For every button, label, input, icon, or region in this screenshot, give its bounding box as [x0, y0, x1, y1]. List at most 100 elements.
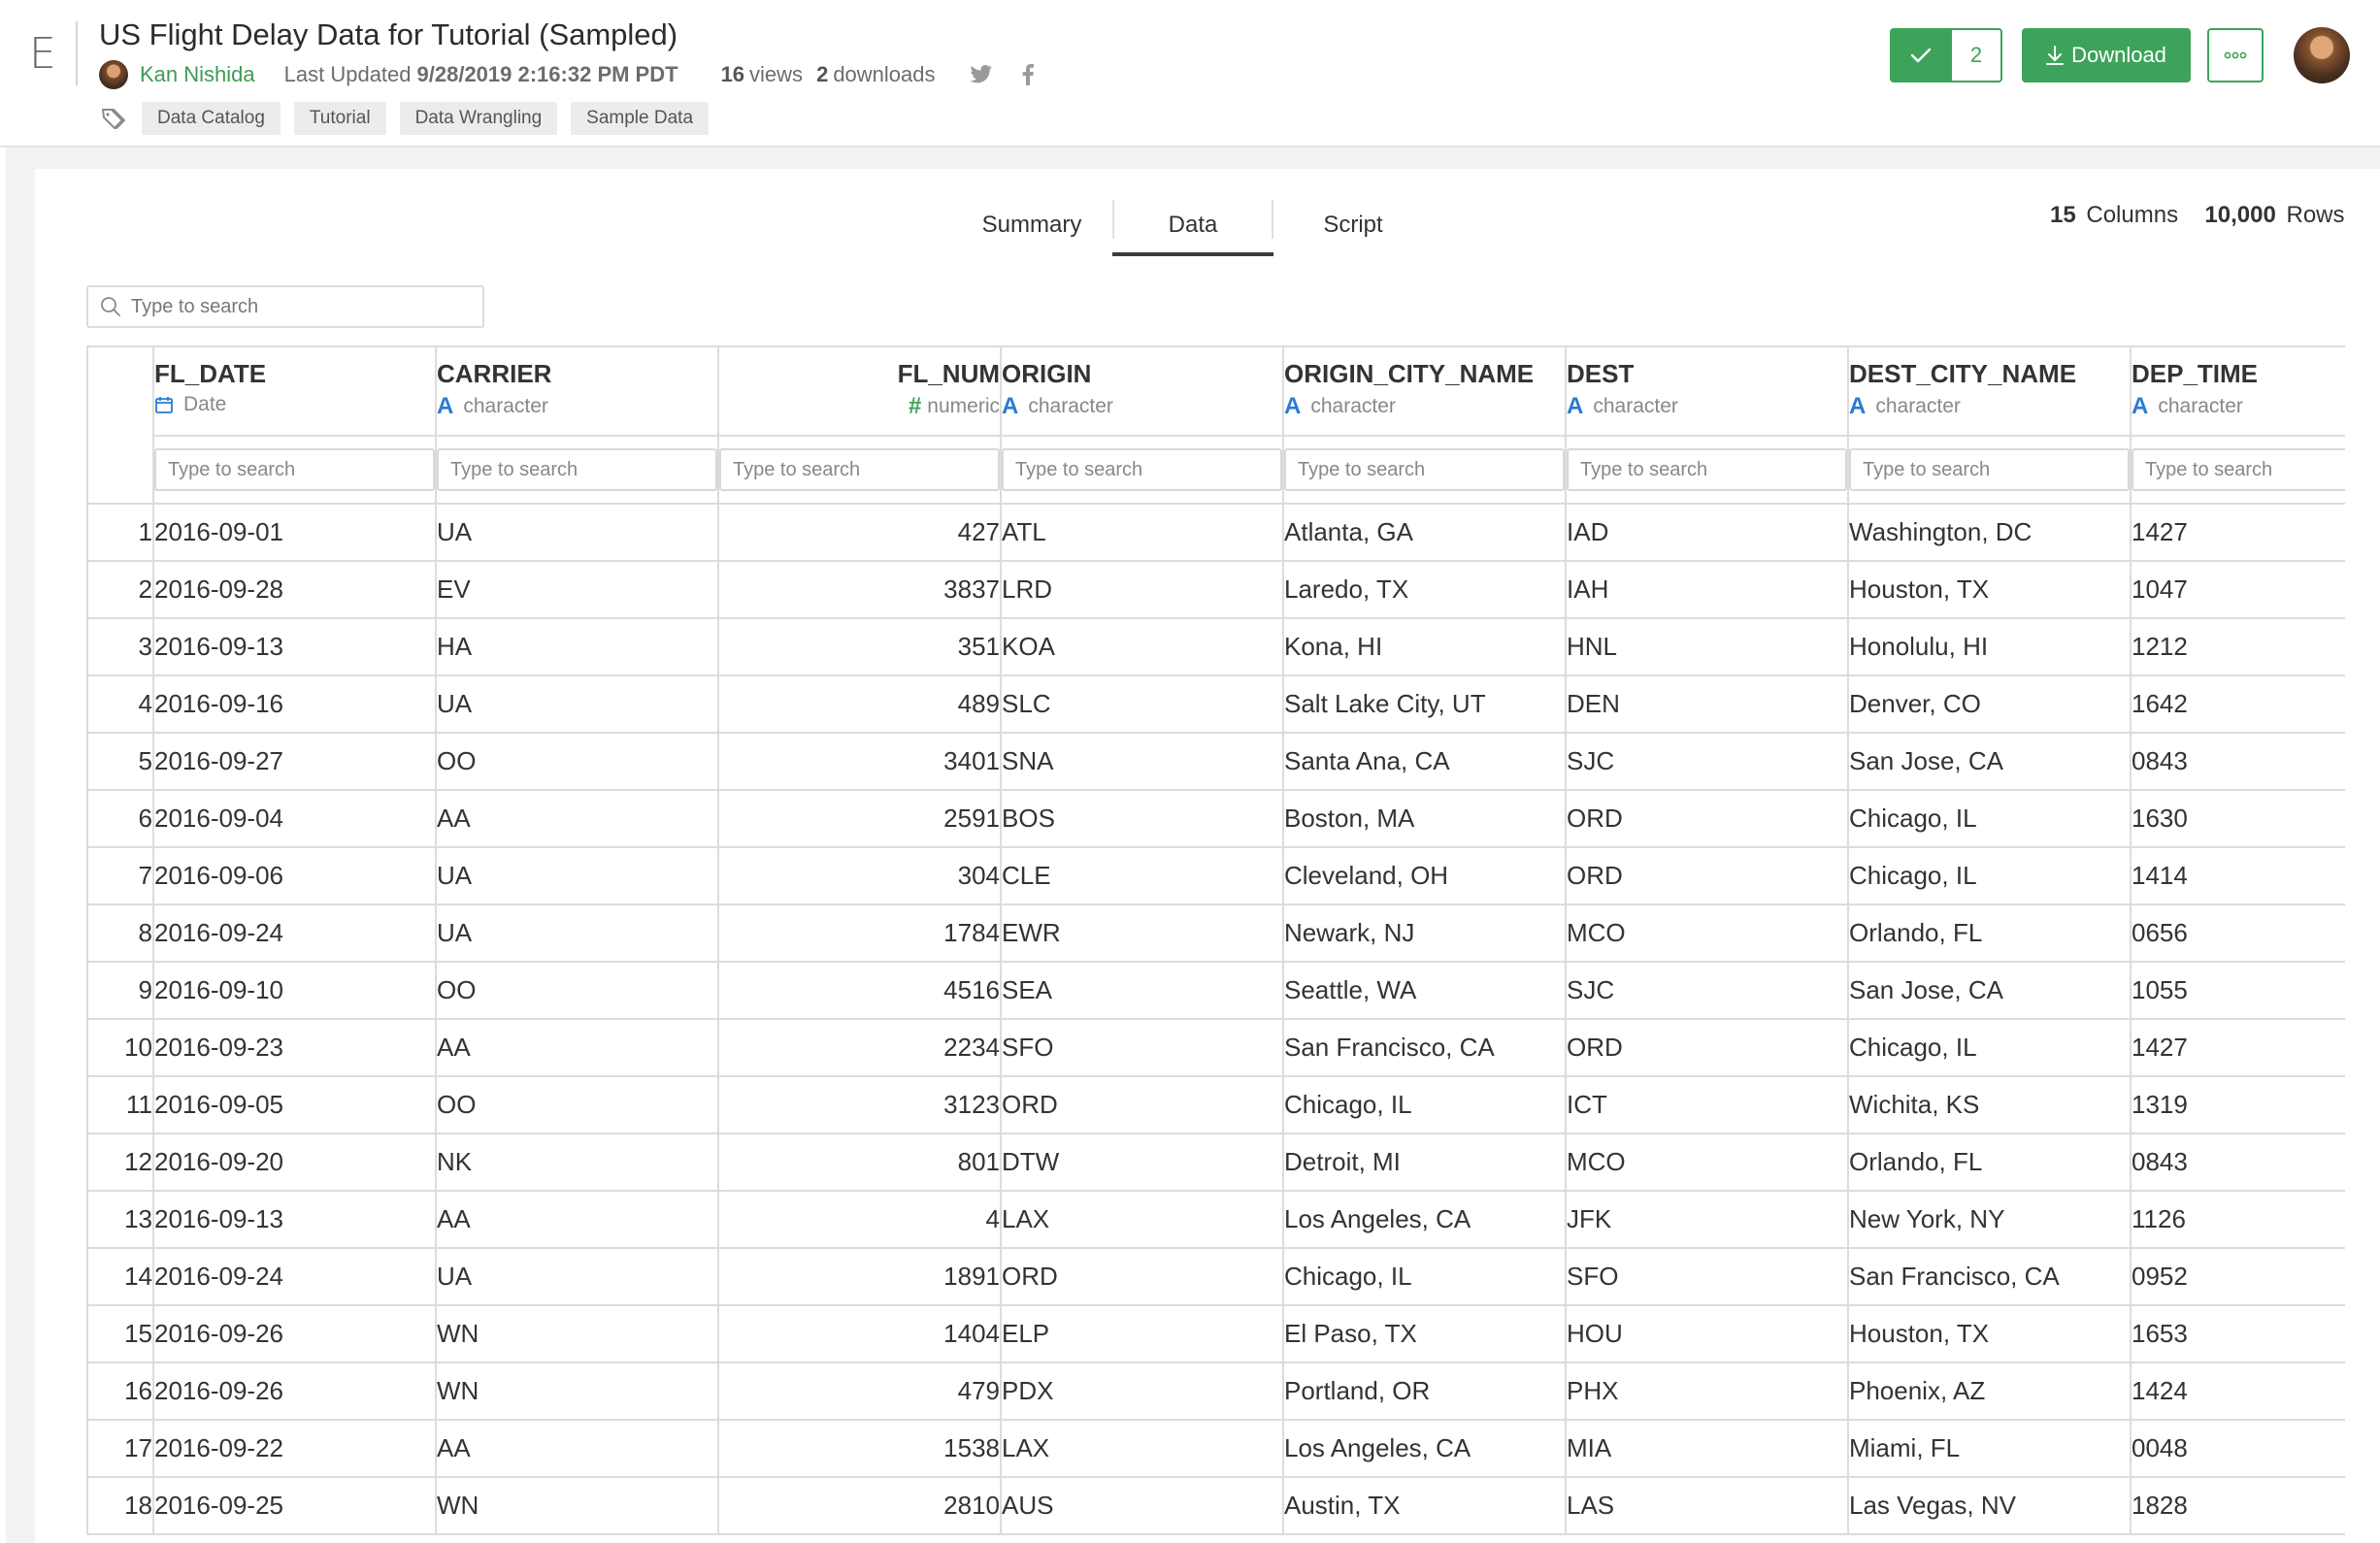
table-cell-dest[interactable]: DEN	[1565, 674, 1849, 734]
table-cell-carrier[interactable]: NK	[435, 1133, 719, 1192]
table-cell-dep-time[interactable]: 1126	[2130, 1190, 2345, 1249]
column-filter-input-origin[interactable]	[1002, 448, 1282, 491]
column-header-dest[interactable]: DEST Acharacter	[1565, 345, 1849, 437]
column-header-fl-date[interactable]: FL_DATE Date	[152, 345, 437, 437]
table-cell-origin[interactable]: ELP	[1000, 1304, 1284, 1363]
table-cell-carrier[interactable]: WN	[435, 1304, 719, 1363]
table-cell-origin-city-name[interactable]: Austin, TX	[1282, 1476, 1567, 1535]
table-cell-dest-city-name[interactable]: Orlando, FL	[1847, 1133, 2132, 1192]
table-cell-origin-city-name[interactable]: Detroit, MI	[1282, 1133, 1567, 1192]
table-row[interactable]: 14 2016-09-24 UA 1891 ORD Chicago, IL SFO San F…	[86, 1247, 2345, 1306]
table-cell-fl-num[interactable]: 1784	[717, 903, 1002, 963]
table-cell-dest-city-name[interactable]: Chicago, IL	[1847, 1018, 2132, 1077]
table-cell-dest-city-name[interactable]: Chicago, IL	[1847, 846, 2132, 905]
table-cell-fl-num[interactable]: 1538	[717, 1419, 1002, 1478]
table-cell-fl-date[interactable]: 2016-09-16	[152, 674, 437, 734]
table-row[interactable]: 15 2016-09-26 WN 1404 ELP El Paso, TX HOU Houst…	[86, 1304, 2345, 1363]
column-header-carrier[interactable]: CARRIER Acharacter	[435, 345, 719, 437]
table-cell-carrier[interactable]: UA	[435, 674, 719, 734]
table-cell-dest[interactable]: MIA	[1565, 1419, 1849, 1478]
table-cell-dest-city-name[interactable]: Honolulu, HI	[1847, 617, 2132, 676]
table-cell-carrier[interactable]: AA	[435, 1190, 719, 1249]
table-cell-dep-time[interactable]: 0048	[2130, 1419, 2345, 1478]
table-cell-carrier[interactable]: EV	[435, 560, 719, 619]
author-link[interactable]: Kan Nishida	[140, 62, 255, 87]
table-cell-origin[interactable]: ORD	[1000, 1075, 1284, 1134]
column-filter-input-dest-city-name[interactable]	[1849, 448, 2130, 491]
tab-summary[interactable]: Summary	[971, 202, 1093, 256]
table-cell-dest[interactable]: PHX	[1565, 1362, 1849, 1421]
table-cell-origin[interactable]: SEA	[1000, 961, 1284, 1020]
table-cell-dest-city-name[interactable]: Washington, DC	[1847, 503, 2132, 562]
table-cell-carrier[interactable]: OO	[435, 1075, 719, 1134]
table-cell-carrier[interactable]: AA	[435, 1018, 719, 1077]
table-row[interactable]: 17 2016-09-22 AA 1538 LAX Los Angeles, CA MIA M…	[86, 1419, 2345, 1478]
table-cell-dest[interactable]: ORD	[1565, 846, 1849, 905]
table-cell-fl-num[interactable]: 427	[717, 503, 1002, 562]
table-cell-fl-date[interactable]: 2016-09-25	[152, 1476, 437, 1535]
twitter-icon[interactable]	[967, 60, 996, 89]
table-cell-dep-time[interactable]: 1630	[2130, 789, 2345, 848]
table-cell-origin-city-name[interactable]: Atlanta, GA	[1282, 503, 1567, 562]
tab-data[interactable]: Data	[1112, 202, 1273, 256]
table-cell-dest-city-name[interactable]: Miami, FL	[1847, 1419, 2132, 1478]
table-cell-origin-city-name[interactable]: Salt Lake City, UT	[1282, 674, 1567, 734]
column-filter-input-fl-num[interactable]	[719, 448, 1000, 491]
table-row[interactable]: 16 2016-09-26 WN 479 PDX Portland, OR PHX Phoen…	[86, 1362, 2345, 1421]
table-cell-origin-city-name[interactable]: Kona, HI	[1282, 617, 1567, 676]
table-cell-dest-city-name[interactable]: San Jose, CA	[1847, 732, 2132, 791]
table-cell-dep-time[interactable]: 1212	[2130, 617, 2345, 676]
table-cell-dest[interactable]: SJC	[1565, 732, 1849, 791]
table-cell-origin[interactable]: BOS	[1000, 789, 1284, 848]
table-cell-dep-time[interactable]: 1642	[2130, 674, 2345, 734]
table-cell-fl-date[interactable]: 2016-09-13	[152, 1190, 437, 1249]
table-cell-dest-city-name[interactable]: Wichita, KS	[1847, 1075, 2132, 1134]
app-logo[interactable]: E	[29, 33, 56, 76]
table-cell-fl-date[interactable]: 2016-09-23	[152, 1018, 437, 1077]
table-cell-fl-date[interactable]: 2016-09-24	[152, 1247, 437, 1306]
table-cell-fl-date[interactable]: 2016-09-05	[152, 1075, 437, 1134]
table-cell-carrier[interactable]: OO	[435, 732, 719, 791]
column-filter-input-carrier[interactable]	[437, 448, 717, 491]
table-row[interactable]: 1 2016-09-01 UA 427 ATL Atlanta, GA IAD Washing…	[86, 503, 2345, 562]
column-header-dep-time[interactable]: DEP_TIME Acharacter	[2130, 345, 2345, 437]
table-cell-fl-num[interactable]: 801	[717, 1133, 1002, 1192]
table-cell-dest-city-name[interactable]: San Jose, CA	[1847, 961, 2132, 1020]
table-cell-dest[interactable]: IAD	[1565, 503, 1849, 562]
column-filter-input-fl-date[interactable]	[154, 448, 435, 491]
table-cell-origin[interactable]: SFO	[1000, 1018, 1284, 1077]
table-cell-fl-num[interactable]: 2591	[717, 789, 1002, 848]
tag-sample-data[interactable]: Sample Data	[571, 102, 710, 135]
column-filter-input-origin-city-name[interactable]	[1284, 448, 1565, 491]
table-row[interactable]: 5 2016-09-27 OO 3401 SNA Santa Ana, CA SJC San …	[86, 732, 2345, 791]
column-filter-input-dep-time[interactable]	[2132, 448, 2345, 491]
table-row[interactable]: 11 2016-09-05 OO 3123 ORD Chicago, IL ICT Wichi…	[86, 1075, 2345, 1134]
table-cell-carrier[interactable]: WN	[435, 1476, 719, 1535]
table-cell-fl-num[interactable]: 1404	[717, 1304, 1002, 1363]
table-cell-origin-city-name[interactable]: El Paso, TX	[1282, 1304, 1567, 1363]
table-cell-dep-time[interactable]: 1424	[2130, 1362, 2345, 1421]
table-cell-dest[interactable]: HOU	[1565, 1304, 1849, 1363]
table-cell-origin[interactable]: KOA	[1000, 617, 1284, 676]
table-cell-origin[interactable]: ORD	[1000, 1247, 1284, 1306]
table-cell-dest-city-name[interactable]: San Francisco, CA	[1847, 1247, 2132, 1306]
table-cell-fl-num[interactable]: 351	[717, 617, 1002, 676]
table-cell-dest[interactable]: HNL	[1565, 617, 1849, 676]
author-avatar[interactable]	[99, 60, 128, 89]
approve-button[interactable]	[1890, 28, 1952, 82]
table-cell-origin[interactable]: AUS	[1000, 1476, 1284, 1535]
table-row[interactable]: 4 2016-09-16 UA 489 SLC Salt Lake City, UT DEN…	[86, 674, 2345, 734]
table-cell-fl-num[interactable]: 4516	[717, 961, 1002, 1020]
download-button[interactable]: Download	[2022, 28, 2191, 82]
table-cell-origin[interactable]: DTW	[1000, 1133, 1284, 1192]
table-cell-carrier[interactable]: HA	[435, 617, 719, 676]
table-cell-dest[interactable]: IAH	[1565, 560, 1849, 619]
table-cell-dest-city-name[interactable]: New York, NY	[1847, 1190, 2132, 1249]
table-row[interactable]: 3 2016-09-13 HA 351 KOA Kona, HI HNL Honolulu, …	[86, 617, 2345, 676]
table-row[interactable]: 6 2016-09-04 AA 2591 BOS Boston, MA ORD Chicago…	[86, 789, 2345, 848]
table-cell-dep-time[interactable]: 1414	[2130, 846, 2345, 905]
table-cell-fl-date[interactable]: 2016-09-26	[152, 1362, 437, 1421]
table-cell-origin-city-name[interactable]: Chicago, IL	[1282, 1247, 1567, 1306]
table-cell-dep-time[interactable]: 1055	[2130, 961, 2345, 1020]
table-cell-dep-time[interactable]: 1319	[2130, 1075, 2345, 1134]
